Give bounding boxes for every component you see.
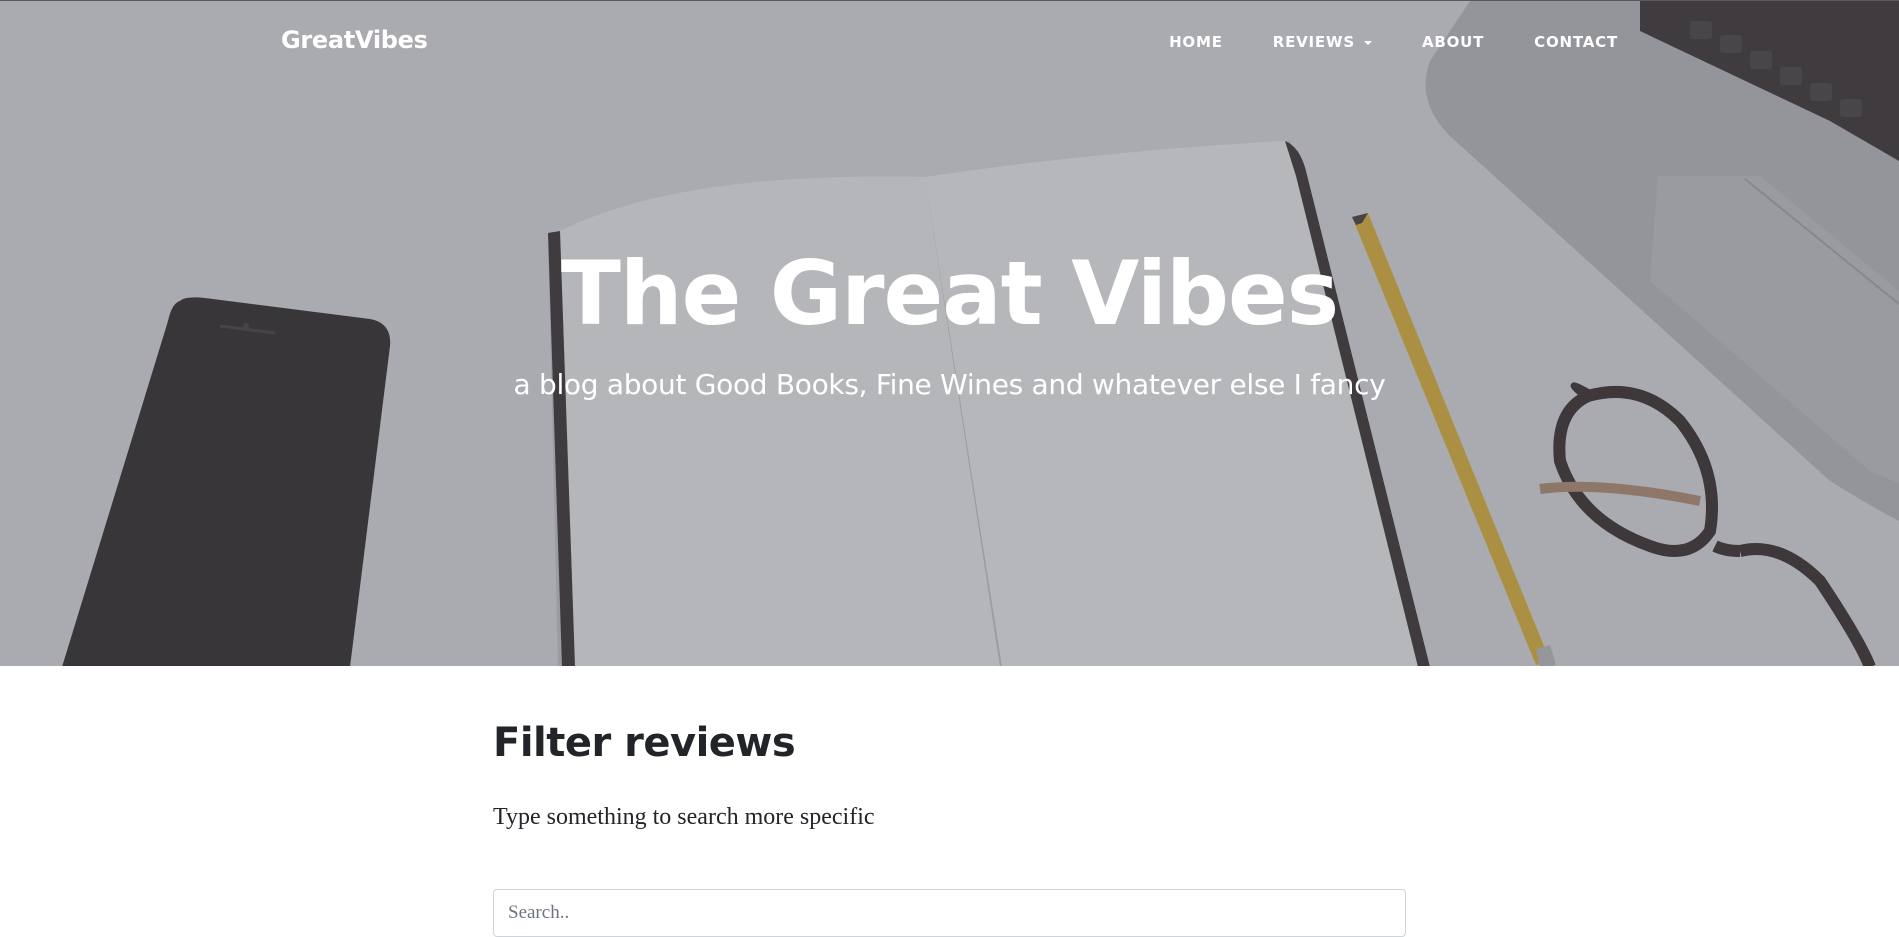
dropdown-caret-icon bbox=[1364, 41, 1372, 45]
filter-description: Type something to search more specific bbox=[493, 804, 1406, 831]
filter-heading: Filter reviews bbox=[493, 720, 1406, 766]
nav-link-contact[interactable]: CONTACT bbox=[1484, 33, 1618, 51]
search-input[interactable] bbox=[493, 889, 1406, 937]
main-navbar: GreatVibes HOME REVIEWS ABOUT CONTACT bbox=[0, 0, 1899, 86]
nav-link-home[interactable]: HOME bbox=[1119, 33, 1223, 51]
nav-links: HOME REVIEWS ABOUT CONTACT bbox=[1119, 33, 1618, 51]
brand-logo-link[interactable]: GreatVibes bbox=[281, 26, 428, 54]
filter-section: Filter reviews Type something to search … bbox=[493, 720, 1406, 831]
nav-link-about-label: ABOUT bbox=[1422, 33, 1484, 51]
nav-link-contact-label: CONTACT bbox=[1534, 33, 1618, 51]
nav-link-reviews-dropdown[interactable]: REVIEWS bbox=[1223, 33, 1372, 51]
site-heading: The Great Vibes a blog about Good Books,… bbox=[0, 250, 1899, 401]
site-title: The Great Vibes bbox=[0, 250, 1899, 338]
nav-link-about[interactable]: ABOUT bbox=[1372, 33, 1484, 51]
nav-link-reviews-label: REVIEWS bbox=[1273, 33, 1355, 51]
site-subtitle: a blog about Good Books, Fine Wines and … bbox=[0, 368, 1899, 401]
nav-link-home-label: HOME bbox=[1169, 33, 1223, 51]
